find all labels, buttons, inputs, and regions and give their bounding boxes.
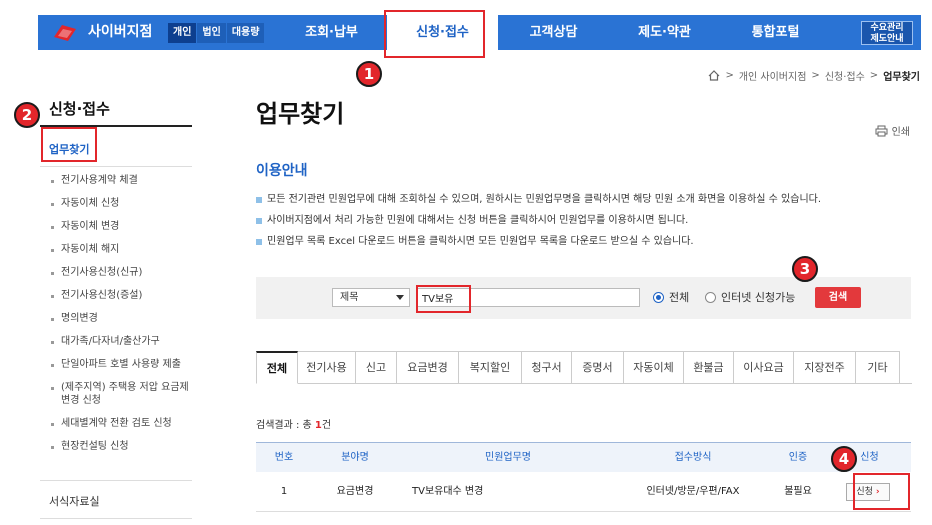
table-row: 1 요금변경 TV보유대수 변경 인터넷/방문/우편/FAX 불필요 신청 ›	[256, 472, 911, 512]
tab-etc[interactable]: 기타	[856, 351, 900, 384]
lnb-divider	[40, 518, 192, 519]
section-title: 이용안내	[256, 163, 308, 179]
kepco-logo-icon[interactable]	[52, 23, 78, 43]
highlight-search-input	[416, 285, 471, 313]
lnb-item[interactable]: 세대별계약 전환 검토 신청	[49, 417, 189, 430]
segment-bulk[interactable]: 대용량	[226, 23, 266, 43]
guide-list: 모든 전기관련 민원업무에 대해 조회하실 수 있으며, 원하시는 민원업무명을…	[256, 194, 821, 257]
lnb-item[interactable]: 자동이체 해지	[49, 243, 189, 256]
lnb-item-forms[interactable]: 서식자료실	[49, 493, 100, 509]
tab-all[interactable]: 전체	[256, 351, 298, 384]
guide-item: 모든 전기관련 민원업무에 대해 조회하실 수 있으며, 원하시는 민원업무명을…	[256, 194, 821, 206]
highlight-apply-button	[853, 473, 910, 510]
lnb-item[interactable]: 자동이체 신청	[49, 197, 189, 210]
tab-refund[interactable]: 환불금	[684, 351, 734, 384]
lnb-item-find-task-label: 업무찾기	[49, 143, 90, 156]
segment-corporate[interactable]: 법인	[197, 23, 227, 43]
marker-3: 3	[792, 256, 818, 282]
tab-auto-transfer[interactable]: 자동이체	[624, 351, 684, 384]
radio-online[interactable]: 인터넷 신청가능	[705, 289, 795, 305]
cell-task-name[interactable]: TV보유대수 변경	[398, 472, 618, 511]
lnb-divider	[40, 480, 192, 481]
lnb-item-find-task[interactable]: 업무찾기	[41, 127, 97, 162]
demand-management-button[interactable]: 수요관리 제도안내	[861, 21, 913, 45]
category-tabs: 전체 전기사용 신고 요금변경 복지할인 청구서 증명서 자동이체 환불금 이사…	[256, 351, 912, 384]
th-task-name: 민원업무명	[485, 452, 531, 463]
cell-field: 요금변경	[336, 486, 374, 497]
lnb-list: 전기사용계약 체결 자동이체 신청 자동이체 변경 자동이체 해지 전기사용신청…	[49, 174, 189, 463]
cell-no: 1	[280, 486, 288, 497]
lnb-item[interactable]: 자동이체 변경	[49, 220, 189, 233]
th-method: 접수방식	[674, 452, 712, 463]
tab-certificate[interactable]: 증명서	[572, 351, 624, 384]
gnb-inquiry-payment[interactable]: 조회·납부	[276, 15, 387, 50]
result-count: 1	[314, 420, 322, 431]
table-header: 번호 분야명 민원업무명 접수방식 인증 신청	[256, 442, 911, 472]
tab-electricity-use[interactable]: 전기사용	[298, 351, 356, 384]
breadcrumb-sep-icon: >	[869, 70, 879, 81]
lnb-item[interactable]: 명의변경	[49, 312, 189, 325]
breadcrumb-sep-icon: >	[811, 70, 820, 81]
radio-all[interactable]: 전체	[653, 289, 689, 305]
breadcrumb: > 개인 사이버지점 > 신청·접수 > 업무찾기	[708, 68, 920, 83]
marker-1: 1	[356, 61, 382, 87]
brand-title[interactable]: 사이버지점	[88, 15, 152, 50]
global-nav: 조회·납부 신청·접수 고객상담 제도·약관 통합포털	[276, 15, 831, 50]
demand-button-line1: 수요관리	[870, 23, 904, 33]
gnb-terms[interactable]: 제도·약관	[609, 15, 720, 50]
chevron-down-icon	[396, 295, 404, 300]
radio-unchecked-icon	[705, 291, 716, 303]
lnb-title: 신청·접수	[49, 100, 110, 118]
cell-method: 인터넷/방문/우편/FAX	[646, 486, 740, 497]
search-panel: 제목 전체 인터넷 신청가능 검색	[256, 277, 911, 319]
marker-4: 4	[831, 446, 857, 472]
guide-item: 민원업무 목록 Excel 다운로드 버튼을 클릭하시면 모든 민원업무 목록을…	[256, 236, 821, 248]
lnb-item[interactable]: 현장컨설팅 신청	[49, 440, 189, 453]
breadcrumb-current: 업무찾기	[883, 72, 920, 83]
gnb-portal[interactable]: 통합포털	[720, 15, 831, 50]
tab-bill[interactable]: 청구서	[522, 351, 572, 384]
guide-item: 사이버지점에서 처리 가능한 민원에 대해서는 신청 버튼을 클릭하시어 민원업…	[256, 215, 821, 227]
th-no: 번호	[274, 452, 294, 463]
marker-2: 2	[14, 102, 40, 128]
search-result-count: 검색결과 : 총 1건	[256, 416, 331, 431]
breadcrumb-branch[interactable]: 개인 사이버지점	[739, 68, 807, 83]
lnb-item[interactable]: 단일아파트 호별 사용량 제출	[49, 358, 189, 371]
th-auth: 인증	[788, 452, 808, 463]
cell-auth: 불필요	[784, 486, 812, 497]
radio-checked-icon	[653, 291, 664, 303]
th-field: 분야명	[341, 452, 369, 463]
search-field-value: 제목	[340, 292, 359, 303]
tab-rate-change[interactable]: 요금변경	[397, 351, 459, 384]
lnb-item[interactable]: (제주지역) 주택용 저압 요금제 변경 신청	[49, 381, 189, 407]
print-button[interactable]: 인쇄	[875, 123, 910, 138]
gnb-customer-consult[interactable]: 고객상담	[498, 15, 609, 50]
lnb-divider	[40, 166, 192, 167]
radio-all-label: 전체	[669, 291, 690, 304]
tab-report[interactable]: 신고	[356, 351, 397, 384]
tab-utility-pole[interactable]: 지장전주	[794, 351, 856, 384]
lnb-item[interactable]: 전기사용신청(신규)	[49, 266, 189, 279]
search-field-select[interactable]: 제목	[332, 288, 410, 307]
print-label: 인쇄	[891, 127, 910, 138]
result-prefix: 검색결과 : 총	[256, 420, 315, 431]
lnb-item[interactable]: 전기사용계약 체결	[49, 174, 189, 187]
demand-button-line2: 제도안내	[870, 34, 904, 44]
tab-welfare-discount[interactable]: 복지할인	[459, 351, 522, 384]
home-icon[interactable]	[708, 70, 720, 81]
lnb-item[interactable]: 전기사용신청(증설)	[49, 289, 189, 302]
highlight-gnb-application	[384, 10, 485, 58]
segment-personal[interactable]: 개인	[168, 23, 198, 43]
page-title: 업무찾기	[256, 100, 345, 128]
result-suffix: 건	[321, 420, 332, 431]
lnb-item[interactable]: 대가족/다자녀/출산가구	[49, 335, 189, 348]
radio-online-label: 인터넷 신청가능	[721, 291, 796, 304]
breadcrumb-section[interactable]: 신청·접수	[825, 68, 865, 83]
tab-moving-fee[interactable]: 이사요금	[734, 351, 794, 384]
print-icon	[875, 125, 888, 136]
customer-type-switch: 개인 법인 대용량	[168, 23, 266, 43]
breadcrumb-sep-icon: >	[725, 70, 734, 81]
search-button[interactable]: 검색	[815, 287, 861, 308]
